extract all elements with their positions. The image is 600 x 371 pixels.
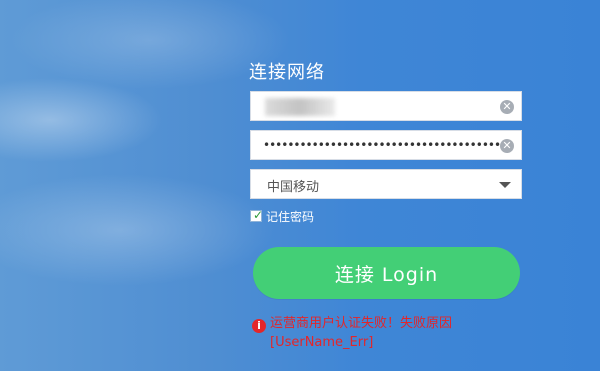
carrier-selected-value: 中国移动: [267, 180, 320, 195]
page-title: 连接网络: [249, 62, 325, 83]
remember-password-label: 记住密码: [266, 209, 315, 224]
login-button[interactable]: 连接 Login: [253, 247, 520, 299]
error-line-2: [UserName_Err]: [270, 335, 374, 350]
password-field[interactable]: ••••••••••••••••••••••••••••••••••••••••…: [250, 130, 522, 160]
remember-password-checkbox[interactable]: ✓: [250, 208, 264, 222]
check-icon: ✓: [253, 208, 264, 222]
clear-icon[interactable]: ✕: [500, 139, 514, 153]
error-message: i 运营商用户认证失败！失败原因 [UserName_Err]: [252, 314, 452, 352]
password-value: ••••••••••••••••••••••••••••••••••••••••…: [263, 138, 501, 152]
error-line-1: 运营商用户认证失败！失败原因: [270, 316, 453, 331]
clear-icon[interactable]: ✕: [500, 100, 514, 114]
username-blurred-value: [265, 98, 335, 116]
remember-password[interactable]: ✓ 记住密码: [250, 208, 314, 224]
chevron-down-icon[interactable]: [499, 182, 511, 188]
username-field[interactable]: ✕: [250, 91, 522, 121]
carrier-select[interactable]: 中国移动: [250, 169, 522, 199]
alert-icon: i: [252, 319, 266, 333]
